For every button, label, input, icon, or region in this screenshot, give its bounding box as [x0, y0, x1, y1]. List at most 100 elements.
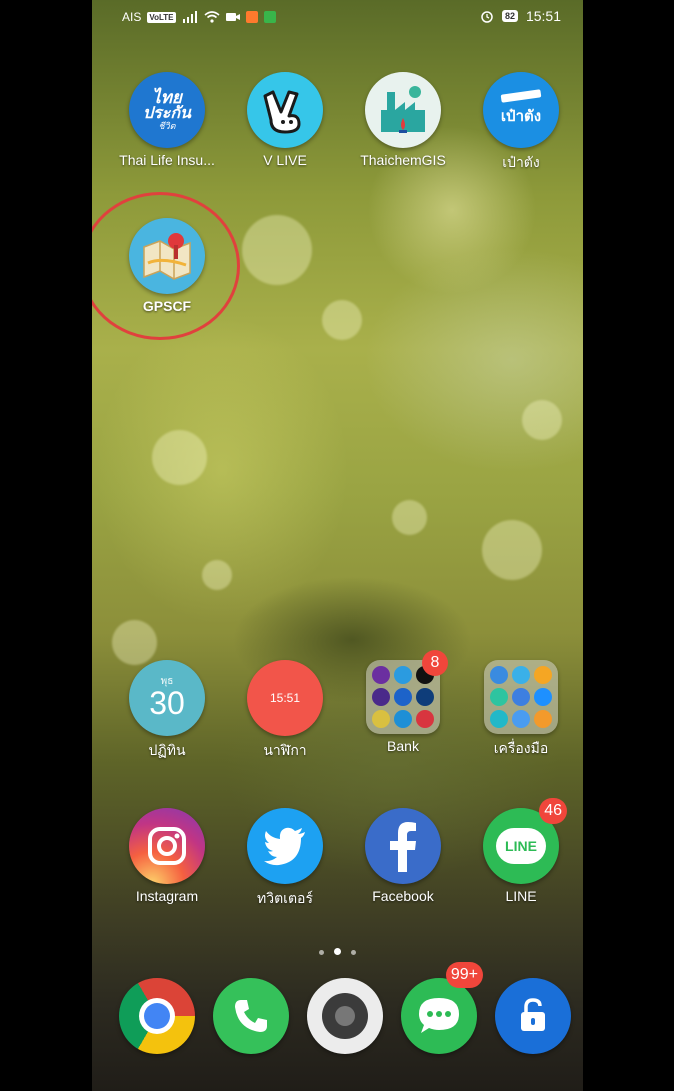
- camera-outline: [148, 827, 186, 865]
- bank-folder-icon: 8: [366, 650, 448, 734]
- status-time: 15:51: [525, 8, 561, 24]
- app-pao-tang[interactable]: เป๋าตัง เป๋าตัง: [466, 72, 576, 174]
- factory-icon: [365, 72, 441, 148]
- thai-life-icon-text: ประกัน: [143, 105, 191, 122]
- bokeh-light: [202, 560, 232, 590]
- bank-app-icon: [394, 688, 412, 706]
- tool-app-icon: [512, 666, 530, 684]
- app-clock[interactable]: 15:51 นาฬิกา: [230, 660, 340, 762]
- chat-bubble-graphic: [419, 998, 459, 1033]
- camera-status-icon: [225, 13, 240, 21]
- factory-graphic: [381, 86, 425, 133]
- app-label: ThaichemGIS: [360, 152, 446, 168]
- f-letter-graphic: [390, 822, 416, 872]
- page-dot[interactable]: [319, 950, 324, 955]
- bokeh-light: [482, 520, 542, 580]
- app-notification-icon: [263, 11, 276, 23]
- twitter-icon: [247, 808, 323, 884]
- wifi-icon: [203, 11, 220, 23]
- calendar-icon: พุธ 30: [129, 660, 205, 736]
- battery-indicator: 82: [501, 10, 518, 22]
- tool-app-icon: [490, 666, 508, 684]
- calendar-day-abbr: พุธ: [160, 676, 174, 687]
- app-label: ปฏิทิน: [148, 742, 186, 758]
- bank-app-icon: [372, 666, 390, 684]
- app-instagram[interactable]: Instagram: [112, 808, 222, 904]
- bank-app-icon: [394, 710, 412, 728]
- app-calendar[interactable]: พุธ 30 ปฏิทิน: [112, 660, 222, 762]
- app-thai-life[interactable]: ไทย ประกัน ชีวิต Thai Life Insu...: [112, 72, 222, 168]
- v-hand-icon: [263, 90, 301, 134]
- clock-icon: 15:51: [247, 660, 323, 736]
- app-facebook[interactable]: Facebook: [348, 808, 458, 904]
- messages-icon: 99+: [401, 962, 483, 1054]
- tool-app-icon: [534, 688, 552, 706]
- thai-life-icon: ไทย ประกัน ชีวิต: [129, 72, 205, 148]
- signal-icon: [182, 11, 197, 23]
- page-indicator: [92, 942, 583, 960]
- lock-icon: [495, 978, 571, 1054]
- page-dot-active[interactable]: [334, 948, 341, 955]
- bokeh-light: [522, 400, 562, 440]
- highlight-circle: [92, 192, 240, 340]
- app-label: เครื่องมือ: [493, 740, 549, 756]
- tool-app-icon: [512, 710, 530, 728]
- line-icon: LINE 46: [483, 798, 567, 884]
- app-label: ทวิตเตอร์: [257, 890, 313, 906]
- app-label: LINE: [505, 888, 537, 904]
- tool-app-icon: [512, 688, 530, 706]
- card-graphic: [500, 89, 542, 103]
- notification-badge: 46: [539, 798, 567, 824]
- camera-lens: [322, 993, 368, 1039]
- bank-app-icon: [416, 688, 434, 706]
- app-label: เป๋าตัง: [502, 154, 540, 170]
- phone-screen: AIS VoLTE 82 15:51 ไทย ประกัน ชีวิต Thai…: [92, 0, 583, 1091]
- bokeh-light: [322, 300, 362, 340]
- app-label: Bank: [387, 738, 419, 754]
- padlock-graphic: [521, 998, 545, 1031]
- chrome-center: [144, 1003, 170, 1029]
- bank-app-icon: [394, 666, 412, 684]
- bokeh-light: [112, 620, 157, 665]
- instagram-icon: [129, 808, 205, 884]
- page-dot[interactable]: [351, 950, 356, 955]
- app-thaichemgis[interactable]: ThaichemGIS: [348, 72, 458, 168]
- notification-badge: 8: [422, 650, 448, 676]
- bokeh-light: [392, 500, 427, 535]
- clock-time: 15:51: [269, 691, 301, 705]
- status-bar: AIS VoLTE 82 15:51: [92, 0, 583, 36]
- bank-app-icon: [372, 688, 390, 706]
- tool-app-icon: [490, 688, 508, 706]
- handset-graphic: [235, 1000, 267, 1032]
- app-label: Instagram: [135, 888, 199, 904]
- tools-folder-icon: [484, 660, 558, 734]
- line-bubble-text: LINE: [496, 828, 546, 864]
- volte-badge: VoLTE: [147, 11, 176, 23]
- bokeh-light: [242, 215, 312, 285]
- thai-life-icon-text: ไทย: [152, 88, 182, 107]
- app-label: V LIVE: [263, 152, 307, 168]
- app-label: Facebook: [372, 888, 434, 904]
- v-live-icon: [247, 72, 323, 148]
- tool-app-icon: [534, 710, 552, 728]
- app-twitter[interactable]: ทวิตเตอร์: [230, 808, 340, 910]
- wallet-icon: เป๋าตัง: [483, 72, 559, 148]
- carrier-label: AIS: [122, 10, 142, 24]
- camera-icon: [307, 978, 383, 1054]
- bird-graphic: [264, 827, 305, 866]
- dock-lock[interactable]: [478, 978, 583, 1054]
- phone-icon: [213, 978, 289, 1054]
- folder-bank[interactable]: 8 Bank: [348, 650, 458, 754]
- camera-lens-inner: [335, 1006, 355, 1026]
- chrome-ring: [139, 998, 175, 1034]
- app-label: Thai Life Insu...: [119, 152, 215, 168]
- wallet-icon-text: เป๋าตัง: [500, 108, 542, 125]
- folder-tools[interactable]: เครื่องมือ: [466, 660, 576, 760]
- bank-app-icon: [372, 710, 390, 728]
- app-line[interactable]: LINE 46 LINE: [466, 798, 576, 904]
- alarm-icon: [481, 11, 493, 23]
- thai-life-icon-text: ชีวิต: [158, 121, 176, 131]
- app-v-live[interactable]: V LIVE: [230, 72, 340, 168]
- bokeh-light: [152, 430, 207, 485]
- chrome-icon: [119, 978, 195, 1054]
